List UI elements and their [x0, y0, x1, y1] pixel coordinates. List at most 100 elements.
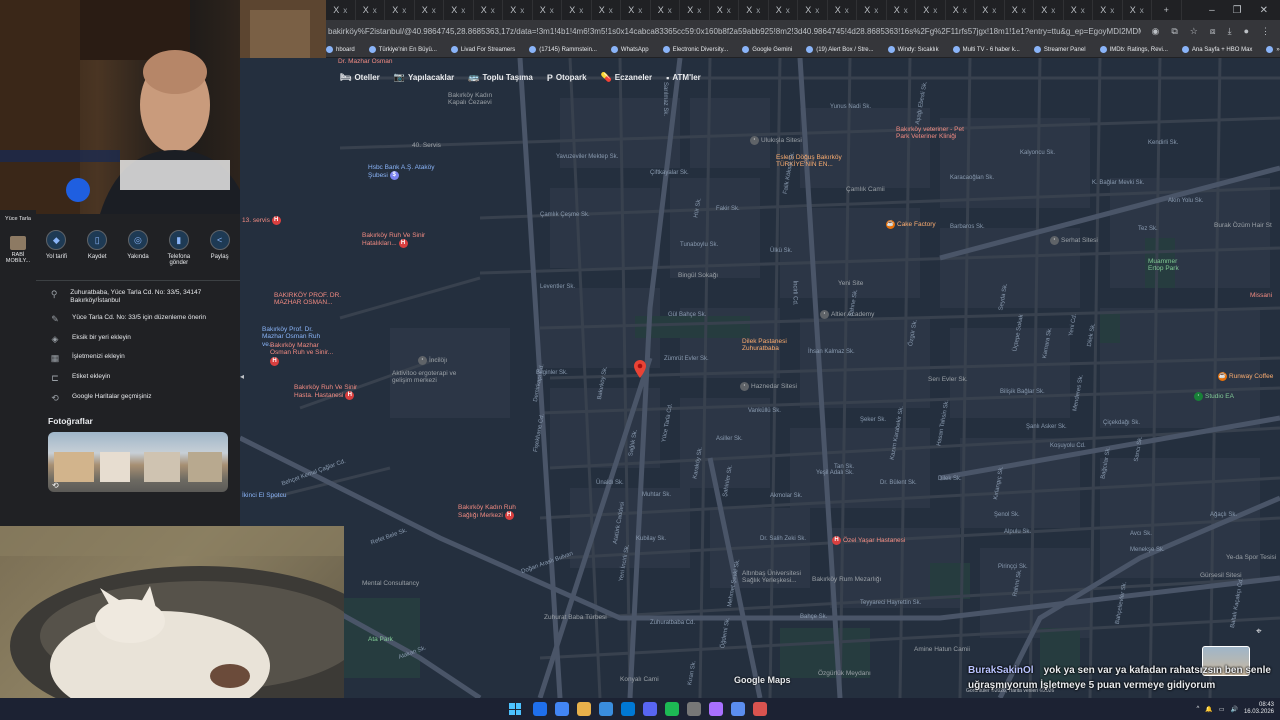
tab-close-icon[interactable]: x [373, 6, 377, 15]
tab-close-icon[interactable]: x [1140, 6, 1144, 15]
bookmark-item[interactable]: hboard [326, 46, 355, 53]
browser-tab[interactable]: Xx [680, 0, 710, 20]
poi-camlik-camii[interactable]: Çamlık Camii [846, 186, 885, 193]
browser-tab[interactable]: Xx [533, 0, 562, 20]
tab-close-icon[interactable]: x [1110, 6, 1114, 15]
poi-ulukisla[interactable]: · Ulukışla Sitesi [750, 136, 802, 145]
poi-haznedar[interactable]: · Haznedar Sitesi [740, 382, 797, 391]
taskbar-app-icon[interactable] [665, 702, 679, 716]
browser-tab[interactable]: Xx [769, 0, 798, 20]
poi-amine-hatun[interactable]: Amine Hatun Camii [914, 646, 970, 653]
browser-tab[interactable]: Xx [739, 0, 769, 20]
browser-tab[interactable]: Xx [1034, 0, 1064, 20]
tab-close-icon[interactable]: x [1051, 6, 1055, 15]
directions-button[interactable]: ◆ Yol tarifi [37, 230, 75, 266]
bookmark-item[interactable]: Windy: Sıcaklık [887, 46, 939, 53]
location-icon[interactable]: ◉ [1151, 26, 1159, 37]
bookmark-item[interactable]: » [1266, 46, 1280, 53]
clock[interactable]: 08:43 16.03.2026 [1244, 702, 1274, 716]
poi-incilojı[interactable]: · İncilöjı [418, 356, 447, 365]
poi-yeni-site[interactable]: Yeni Site [838, 280, 863, 287]
browser-tab[interactable]: Xx [857, 0, 887, 20]
tab-close-icon[interactable]: x [697, 6, 701, 15]
poi-ata-park[interactable]: Ata Park [368, 636, 393, 643]
taskbar-app-icon[interactable] [709, 702, 723, 716]
bookmark-item[interactable]: Streamer Panel [1033, 46, 1086, 53]
start-button-windows-icon[interactable] [509, 703, 521, 715]
taskbar-app-icon[interactable] [555, 702, 569, 716]
taskbar-app-icon[interactable] [621, 702, 635, 716]
bookmark-item[interactable]: Türkiye'nin En Büyü... [368, 46, 437, 53]
poi-altinbas[interactable]: Altınbaş Üniversitesi Sağlık Yerleşkesi.… [742, 570, 814, 585]
browser-tab[interactable]: Xx [946, 0, 975, 20]
url-text[interactable]: bakirköy%F2istanbul/@40.9864745,28.86853… [326, 27, 1141, 36]
send-to-phone-button[interactable]: ▮ Telefona gönder [160, 230, 198, 266]
browser-tab[interactable]: Xx [474, 0, 503, 20]
browser-tab[interactable]: Xx [710, 0, 739, 20]
bookmark-item[interactable]: WhatsApp [610, 46, 649, 53]
poi-serhat-sitesi[interactable]: · Serhat Sitesi [1050, 236, 1098, 245]
bookmark-item[interactable]: Multi TV - 6 haber k... [952, 46, 1020, 53]
poi-40-servis[interactable]: 40. Servis [412, 142, 441, 149]
browser-tab[interactable]: Xx [651, 0, 680, 20]
browser-tab[interactable]: Xx [326, 0, 356, 20]
poi-burak-ozum[interactable]: Burak Özüm Hair St [1214, 222, 1274, 229]
browser-tab[interactable]: Xx [1064, 0, 1093, 20]
poi-ikinci-el[interactable]: İkinci El Spotcu [242, 492, 292, 499]
browser-tab[interactable]: Xx [562, 0, 592, 20]
nearby-button[interactable]: ◎ Yakında [119, 230, 157, 266]
extensions-icon[interactable]: ⧈ [1210, 26, 1216, 37]
collapse-panel-chevron-icon[interactable]: ◂ [240, 372, 250, 386]
tab-close-icon[interactable]: x [609, 6, 613, 15]
poi-altier[interactable]: · Altier Academy [820, 310, 874, 319]
bookmark-item[interactable]: Ana Sayfa + HBO Max [1181, 46, 1252, 53]
chip-oteller[interactable]: 🛏 Oteller [340, 72, 380, 83]
browser-tab[interactable]: Xx [1123, 0, 1152, 20]
browser-tab[interactable]: Xx [621, 0, 651, 20]
browser-tab-strip[interactable]: XxXxXxXxXxXxXxXxXxXxXxXxXxXxXxXxXxXxXxXx… [326, 0, 1280, 20]
chip-yaplacaklar[interactable]: 📷 Yapılacaklar [394, 72, 454, 83]
save-button[interactable]: ▯ Kaydet [78, 230, 116, 266]
poi-hsbc[interactable]: Hsbc Bank A.Ş. Ataköy Şubesi $ [368, 164, 438, 181]
taskbar-app-icon[interactable] [577, 702, 591, 716]
tab-close-icon[interactable]: x [1022, 6, 1026, 15]
selected-location-pin-icon[interactable] [634, 360, 646, 378]
tab-close-icon[interactable]: x [520, 6, 524, 15]
tab-close-icon[interactable]: x [874, 6, 878, 15]
poi-cake-factory[interactable]: ☕ Cake Factory [886, 220, 936, 229]
poi-mental-consultancy[interactable]: Mental Consultancy [362, 580, 419, 587]
bookmark-item[interactable]: Livad For Streamers [450, 46, 515, 53]
tab-close-icon[interactable]: x [756, 6, 760, 15]
poi-mazhar-osman[interactable]: Bakırköy Mazhar Osman Ruh ve Sinir... H [270, 342, 340, 366]
close-window-button[interactable]: ✕ [1260, 5, 1268, 16]
taskbar-app-icon[interactable] [731, 702, 745, 716]
browser-tab[interactable]: Xx [828, 0, 857, 20]
tab-close-icon[interactable]: x [579, 6, 583, 15]
poi-dr-mazhar-osman[interactable]: Dr. Mazhar Osman [338, 58, 393, 65]
bookmark-item[interactable]: IMDb: Ratings, Revi... [1099, 46, 1168, 53]
poi-seri-evler[interactable]: Serı Evler Sk. [928, 376, 968, 383]
poi-dilek-pastanesi[interactable]: Dilek Pastanesi Zuhuratbaba [742, 338, 806, 353]
taskbar-app-icon[interactable] [753, 702, 767, 716]
poi-ye-da[interactable]: Ye-da Spor Tesisi [1226, 554, 1276, 561]
street-view-photo[interactable]: ⟲ [48, 432, 228, 493]
tab-close-icon[interactable]: x [963, 6, 967, 15]
address-bar[interactable]: bakirköy%F2istanbul/@40.9864745,28.86853… [326, 20, 1280, 42]
browser-tab[interactable]: Xx [444, 0, 474, 20]
browser-tab[interactable]: Xx [798, 0, 828, 20]
chip-atmler[interactable]: ▪ ATM'ler [666, 72, 701, 83]
suggest-edit-row[interactable]: ✎ Yüce Tarla Cd. No: 33/5 için düzenleme … [36, 310, 240, 330]
taskbar-app-icon[interactable] [687, 702, 701, 716]
tab-close-icon[interactable]: x [638, 6, 642, 15]
poi-kapali-cezaevi[interactable]: Bakırköy Kadın Kapalı Cezaevi [448, 92, 508, 107]
download-icon[interactable]: ⤓ [1228, 26, 1232, 37]
browser-tab[interactable]: Xx [503, 0, 533, 20]
tab-close-icon[interactable]: x [815, 6, 819, 15]
tab-close-icon[interactable]: x [1081, 6, 1085, 15]
poi-studio-ea[interactable]: · Studio EA [1194, 392, 1234, 401]
tab-close-icon[interactable]: x [461, 6, 465, 15]
poi-ozel-yasar[interactable]: H Özel Yaşar Hastanesi [832, 536, 905, 545]
bookmark-item[interactable]: (17145) Rammstein... [529, 46, 597, 53]
chip-toplutama[interactable]: 🚌 Toplu Taşıma [468, 72, 533, 83]
add-missing-place-row[interactable]: ◈ Eksik bir yeri ekleyin [36, 330, 240, 350]
